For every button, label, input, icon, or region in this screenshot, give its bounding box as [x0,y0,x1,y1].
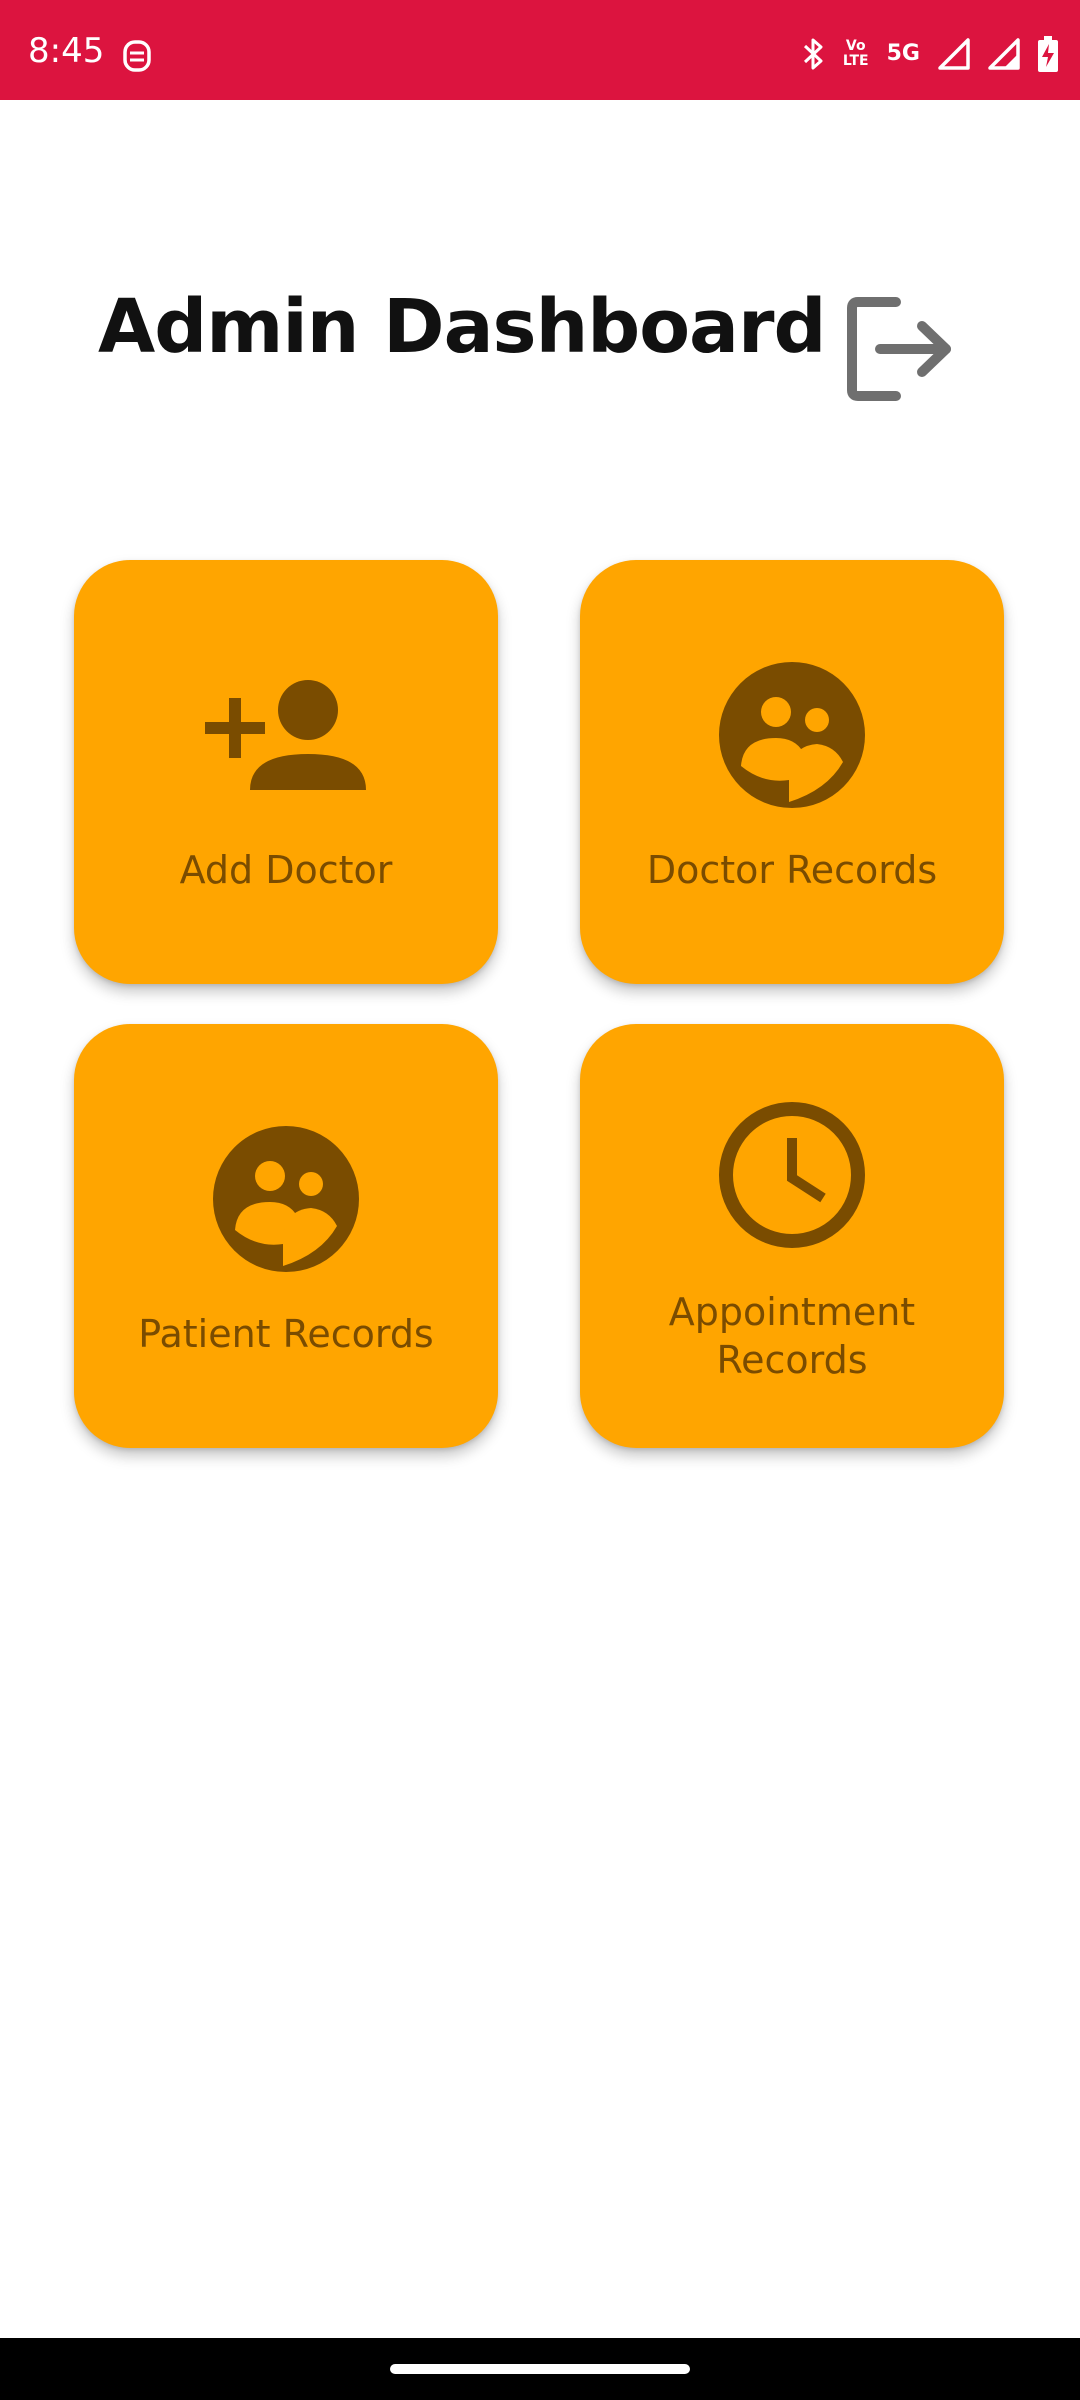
doctor-records-tile[interactable]: Doctor Records [580,560,1004,984]
status-time: 8:45 [28,31,105,71]
person-add-icon [205,672,367,792]
people-face-icon [719,662,865,808]
appointment-records-label-line1: Appointment [668,1290,916,1334]
appointment-records-label-line2: Records [716,1338,868,1382]
app-notification-icon [122,38,152,72]
logout-button[interactable] [846,296,956,402]
signal-icon [938,38,970,70]
volte-icon: Vo LTE [843,39,869,69]
clock-icon [719,1102,865,1248]
battery-charging-icon [1038,36,1058,72]
home-gesture-handle[interactable] [390,2364,690,2374]
navigation-bar [0,2338,1080,2400]
volte-label-top: Vo [845,38,866,54]
doctor-records-label: Doctor Records [646,848,938,892]
volte-label-bottom: LTE [842,53,869,69]
add-doctor-label: Add Doctor [179,848,393,892]
page-title: Admin Dashboard [98,284,826,370]
patient-records-label: Patient Records [138,1312,434,1356]
network-type-label: 5G [886,41,920,66]
status-bar: 8:45 Vo LTE 5G [0,0,1080,100]
add-doctor-tile[interactable]: Add Doctor [74,560,498,984]
patient-records-tile[interactable]: Patient Records [74,1024,498,1448]
people-face-icon [213,1126,359,1272]
status-icons: Vo LTE 5G [801,34,1058,74]
signal-icon [988,38,1020,70]
logout-icon [846,296,956,402]
bluetooth-icon [801,37,825,71]
appointment-records-tile[interactable]: Appointment Records [580,1024,1004,1448]
